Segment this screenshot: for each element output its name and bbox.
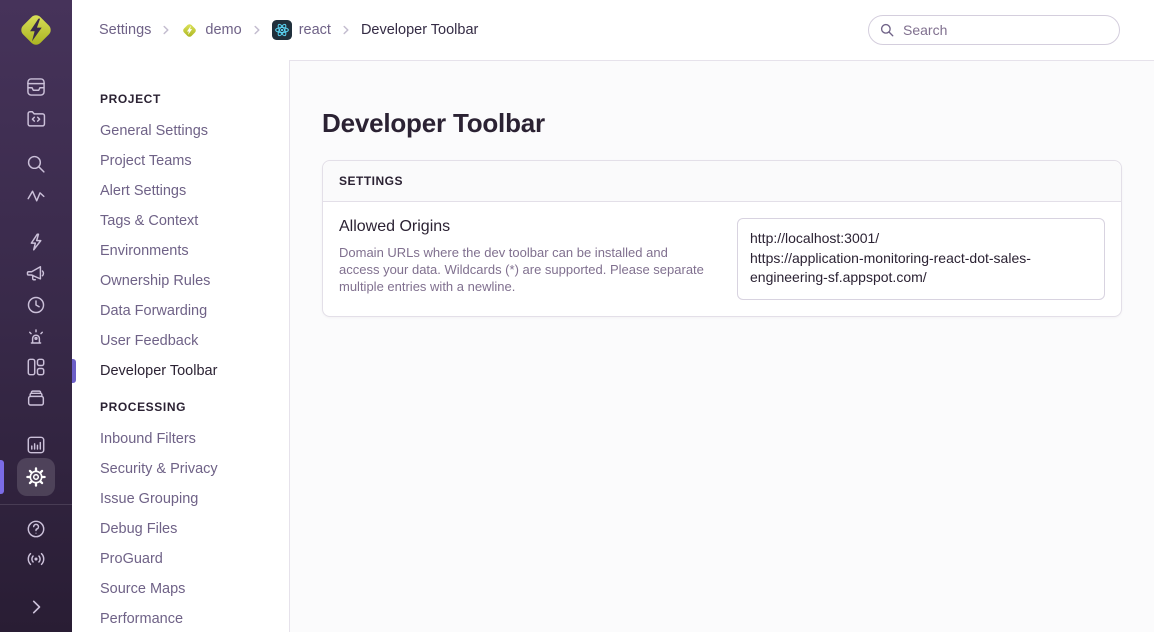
sidebar-section-project: PROJECT [72,92,289,106]
projects-icon [25,107,47,129]
sentry-logo-icon [17,11,55,49]
alerts-lightning-icon [25,231,47,253]
help-icon [25,518,47,540]
breadcrumb-label: Settings [99,22,151,38]
sidebar-item-developer-toolbar[interactable]: Developer Toolbar [72,356,289,386]
releases-archive-icon [25,387,47,409]
breadcrumb-current-page: Developer Toolbar [361,22,478,38]
panel-body: Allowed Origins Domain URLs where the de… [323,202,1121,316]
allowed-origins-textarea[interactable]: http://localhost:3001/ https://applicati… [737,218,1105,300]
breadcrumb-org-demo[interactable]: demo [181,22,241,39]
nav-explore[interactable] [16,148,56,180]
issues-icon [25,76,47,98]
sidebar-item-tags-context[interactable]: Tags & Context [72,206,289,236]
explore-search-icon [25,153,47,175]
sidebar-item-proguard[interactable]: ProGuard [72,544,289,574]
breadcrumb-settings[interactable]: Settings [99,22,151,38]
chevron-separator-icon [160,24,172,36]
sidebar-item-performance[interactable]: Performance [72,604,289,632]
sidebar-item-issue-grouping[interactable]: Issue Grouping [72,484,289,514]
search-box [868,15,1120,45]
panel-header: SETTINGS [323,161,1121,202]
chevron-separator-icon [340,24,352,36]
broadcast-icon [25,548,47,570]
nav-help[interactable] [16,513,56,545]
field-input: http://localhost:3001/ https://applicati… [737,218,1105,300]
traces-icon [25,185,47,207]
nav-replays[interactable] [16,289,56,321]
nav-issues[interactable] [16,71,56,103]
nav-whats-new[interactable] [16,543,56,575]
nav-traces[interactable] [16,180,56,212]
settings-gear-icon [25,466,47,488]
allowed-origins-description: Domain URLs where the dev toolbar can be… [339,244,709,295]
sidebar-item-inbound-filters[interactable]: Inbound Filters [72,424,289,454]
sidebar-item-environments[interactable]: Environments [72,236,289,266]
react-avatar [272,20,292,40]
sidebar-item-security-privacy[interactable]: Security & Privacy [72,454,289,484]
dashboards-icon [25,356,47,378]
chevron-right-icon [25,596,47,618]
sidebar-item-user-feedback[interactable]: User Feedback [72,326,289,356]
feedback-megaphone-icon [25,262,47,284]
rail-divider [0,504,72,505]
sentry-logo[interactable] [17,11,55,49]
main-content: Developer Toolbar SETTINGS Allowed Origi… [290,60,1154,632]
nav-expand[interactable] [16,591,56,623]
nav-crons[interactable] [16,320,56,352]
nav-alerts[interactable] [16,226,56,258]
chevron-separator-icon [251,24,263,36]
page-title: Developer Toolbar [322,108,1122,139]
breadcrumb-label: demo [205,22,241,38]
crons-siren-icon [25,325,47,347]
top-header: Settings demo [72,0,1154,60]
allowed-origins-label: Allowed Origins [339,218,709,236]
nav-feedback[interactable] [16,257,56,289]
breadcrumb-project-react[interactable]: react [272,20,331,40]
field-info: Allowed Origins Domain URLs where the de… [339,218,737,295]
nav-settings[interactable] [17,458,55,496]
stats-bar-chart-icon [25,434,47,456]
sidebar-item-debug-files[interactable]: Debug Files [72,514,289,544]
nav-releases[interactable] [16,382,56,414]
sidebar-item-ownership-rules[interactable]: Ownership Rules [72,266,289,296]
nav-projects[interactable] [16,102,56,134]
sidebar-item-project-teams[interactable]: Project Teams [72,146,289,176]
rail-active-indicator [0,460,4,494]
settings-panel: SETTINGS Allowed Origins Domain URLs whe… [322,160,1122,317]
search-icon [879,22,895,43]
sidebar-item-source-maps[interactable]: Source Maps [72,574,289,604]
breadcrumb-label: react [299,22,331,38]
replays-clock-icon [25,294,47,316]
breadcrumb: Settings demo [99,20,478,40]
settings-sidebar: PROJECT General Settings Project Teams A… [72,60,290,632]
sidebar-item-alert-settings[interactable]: Alert Settings [72,176,289,206]
sidebar-item-general-settings[interactable]: General Settings [72,116,289,146]
sidebar-item-data-forwarding[interactable]: Data Forwarding [72,296,289,326]
nav-dashboards[interactable] [16,351,56,383]
breadcrumb-label: Developer Toolbar [361,22,478,38]
sidebar-section-processing: PROCESSING [72,400,289,414]
sentry-diamond-icon [181,22,198,39]
nav-stats[interactable] [16,429,56,461]
search-input[interactable] [868,15,1120,45]
icon-rail [0,0,72,632]
